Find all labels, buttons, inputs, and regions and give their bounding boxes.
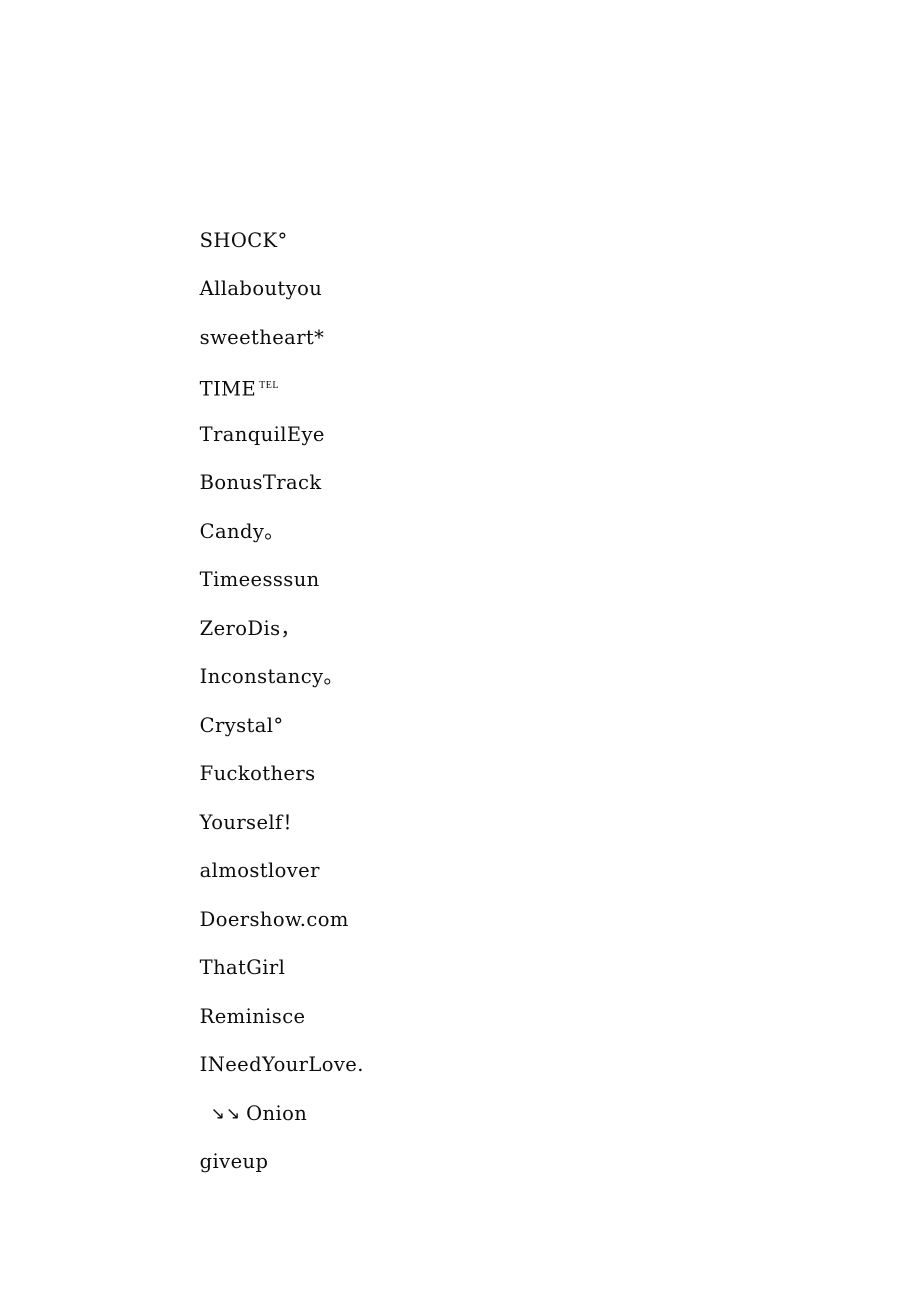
text-line-content: BonusTrack: [199, 471, 322, 494]
text-line-content: Fuckothers: [199, 762, 316, 785]
document-text-body: SHOCK° Allaboutyou sweetheart* TIME TEL T…: [165, 168, 805, 1174]
text-line-content: SHOCK°: [199, 228, 288, 252]
text-line-content: TIME: [199, 377, 257, 401]
text-line-content: Timeesssun: [199, 568, 320, 591]
text-line-content: Candy。: [199, 519, 285, 543]
text-line-content: TranquilEye: [199, 422, 325, 446]
text-line-content: Onion: [246, 1101, 308, 1125]
text-line-content: Inconstancy。: [199, 665, 344, 688]
text-line-content: Crystal°: [199, 713, 284, 737]
text-line-content: Allaboutyou: [199, 277, 323, 300]
double-down-right-arrow-icon: ↘↘: [210, 1103, 242, 1124]
text-line-content: ZeroDis，: [199, 616, 301, 640]
text-line-content: Yourself！: [199, 810, 303, 834]
superscript-label: TEL: [259, 380, 279, 391]
text-line-content: Reminisce: [199, 1004, 306, 1028]
document-page: SHOCK° Allaboutyou sweetheart* TIME TEL T…: [0, 0, 920, 1302]
text-line: SHOCK°: [165, 168, 805, 252]
text-line-content: almostlover: [199, 859, 320, 882]
text-line-content: ThatGirl: [199, 956, 286, 979]
text-line-content: Doershow.com: [199, 907, 349, 931]
text-line-content: giveup: [199, 1150, 269, 1173]
text-line-content: sweetheart*: [199, 325, 325, 349]
text-line-content: INeedYourLove.: [199, 1053, 364, 1076]
